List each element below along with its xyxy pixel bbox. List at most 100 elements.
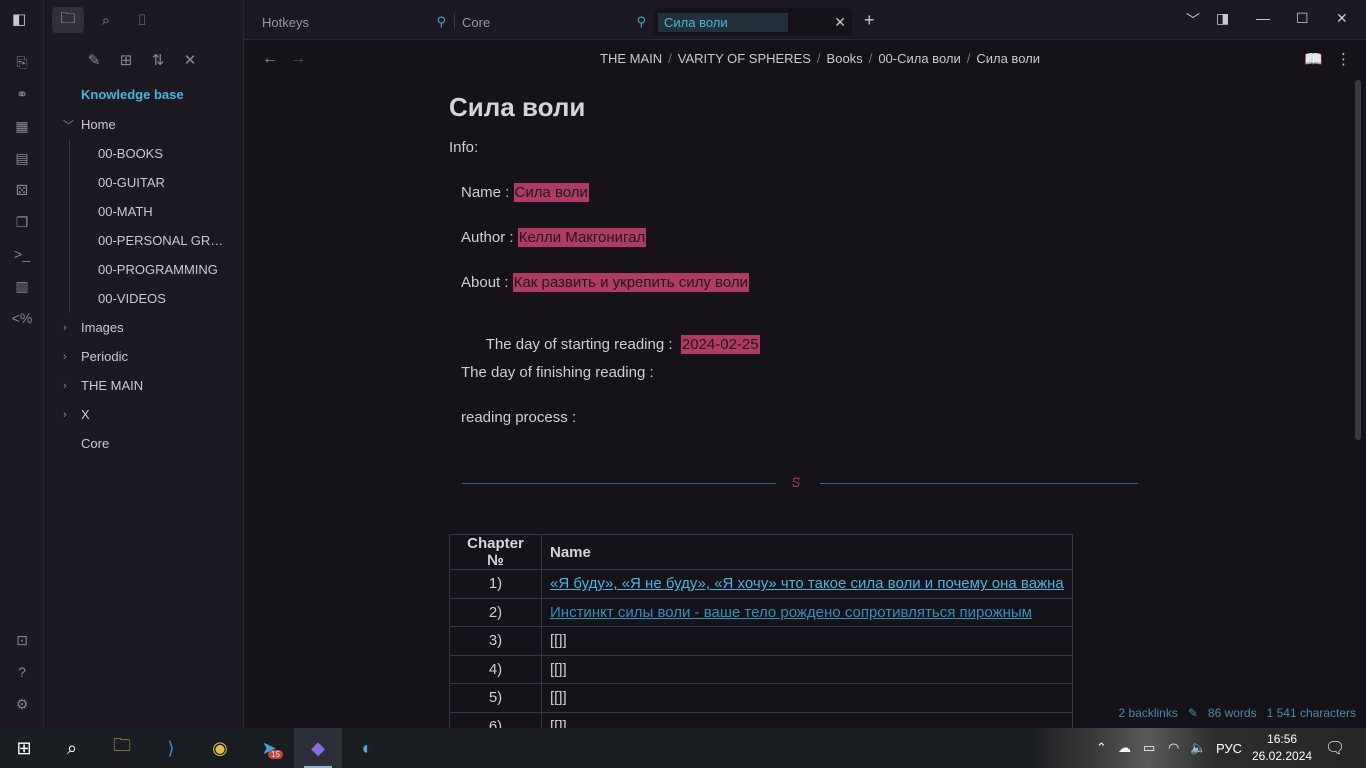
chapter-link[interactable]: Инстинкт силы воли - ваше тело рождено с… [550,604,1032,621]
table-header-cell: Name [541,534,1073,570]
reading-view-book-icon[interactable]: 📖 [1304,50,1323,68]
tree-folder-videos[interactable]: 00-VIDEOS [44,284,244,313]
file-explorer-icon[interactable]: 🗀 [98,728,146,768]
minimize-icon[interactable]: — [1256,10,1270,26]
table-cell-num: 4) [449,654,542,684]
battery-icon[interactable]: ▭ [1143,728,1155,768]
scrollbar[interactable] [1355,80,1361,440]
tab-hotkeys[interactable]: Hotkeys ⚲ [252,8,452,36]
windows-taskbar: ⊞ ⌕ 🗀 ⟩ ◉ ➤ 15 ◆ ◐ ⌃ ☁ ▭ ◠ 🔈 РУС 16:56 2… [0,728,1366,768]
chapter-link[interactable]: «Я буду», «Я не буду», «Я хочу» что тако… [550,575,1064,592]
forward-arrow-icon[interactable]: → [290,50,306,68]
tree-folder-programming[interactable]: 00-PROGRAMMING [44,255,244,284]
property-author: Author : Келли Макгонигал [461,228,647,247]
edge-icon[interactable]: ◐ [343,728,391,768]
tree-folder-home[interactable]: ﹀ Home [44,110,244,139]
terminal-icon[interactable]: >_ [12,244,32,264]
chapters-table: Chapter № Name 1) «Я буду», «Я не буду»,… [449,534,1073,728]
sort-icon[interactable]: ⇅ [146,48,170,72]
tree-file-core[interactable]: Core [44,429,244,458]
tab-sila-voli[interactable]: Сила воли ✕ [654,8,852,36]
open-quick-switcher-icon[interactable]: ⎘ [12,52,32,72]
breadcrumb-item[interactable]: THE MAIN [600,51,662,66]
tree-folder-x[interactable]: › X [44,400,244,429]
pin-icon[interactable]: ⚲ [636,14,646,30]
sidebar-toggle-icon[interactable]: ◧ [12,10,26,28]
obsidian-icon[interactable]: ◆ [294,728,342,768]
ribbon: ⎘ ⚭ ▦ ▤ ⚄ ❐ >_ ▥ <% ⊡ ? ⚙ [0,0,44,728]
telegram-unread-badge: 15 [268,750,283,759]
table-cell-name[interactable]: [[]] [541,683,1073,713]
new-folder-icon[interactable]: ⊞ [114,48,138,72]
clock[interactable]: 16:56 26.02.2024 [1252,731,1312,765]
back-arrow-icon[interactable]: ← [262,50,278,68]
tree-folder-images[interactable]: › Images [44,313,244,342]
chevron-right-icon: › [63,350,67,363]
chrome-icon[interactable]: ◉ [196,728,244,768]
wifi-icon[interactable]: ◠ [1168,728,1179,768]
settings-gear-icon[interactable]: ⚙ [12,694,32,714]
onedrive-icon[interactable]: ☁ [1118,728,1131,768]
volume-icon[interactable]: 🔈 [1190,728,1206,768]
vault-switch-icon[interactable]: ⊡ [12,630,32,650]
table-icon[interactable]: ▥ [12,276,32,296]
collapse-all-icon[interactable]: ✕ [178,48,202,72]
graph-view-icon[interactable]: ⚭ [12,84,32,104]
help-icon[interactable]: ? [12,662,32,682]
right-sidebar-toggle-icon[interactable]: ◨ [1216,10,1229,27]
folder-icon[interactable]: 🗀 [52,7,84,33]
close-icon[interactable]: ✕ [834,14,846,31]
tree-folder-guitar[interactable]: 00-GUITAR [44,168,244,197]
breadcrumb-item[interactable]: Сила воли [976,51,1040,66]
table-cell-num: 5) [449,683,542,713]
note-title[interactable]: Сила воли [449,92,585,123]
bookmark-icon[interactable]: ⌷ [126,7,158,33]
breadcrumb-item[interactable]: Books [827,51,863,66]
table-cell-name[interactable]: [[]] [541,711,1073,728]
windows-start-icon[interactable]: ⊞ [0,728,48,768]
tree-folder-math[interactable]: 00-MATH [44,197,244,226]
backlinks-count[interactable]: 2 backlinks [1118,706,1177,720]
search-icon[interactable]: ⌕ [48,728,96,768]
tab-core[interactable]: Core ⚲ [452,8,652,36]
show-hidden-icons-icon[interactable]: ⌃ [1096,728,1107,768]
telegram-icon[interactable]: ➤ [245,728,293,768]
property-finish-date: The day of finishing reading : [461,364,654,381]
calendar-icon[interactable]: ▤ [12,148,32,168]
vscode-icon[interactable]: ⟩ [147,728,195,768]
language-indicator[interactable]: РУС [1216,728,1242,768]
new-note-icon[interactable]: ✎ [82,48,106,72]
tree-item-label: 00-PERSONAL GRO... [98,233,224,248]
templater-icon[interactable]: <% [12,308,33,328]
tree-item-label: Home [81,117,116,132]
table-header-cell: Chapter № [449,534,542,570]
vault-name[interactable]: Knowledge base [81,87,184,102]
breadcrumb: THE MAIN / VARITY OF SPHERES / Books / 00-С… [600,51,1040,66]
clock-time: 16:56 [1267,732,1298,746]
canvas-icon[interactable]: ▦ [12,116,32,136]
notifications-icon[interactable]: 🗨 [1325,728,1345,768]
table-cell-name[interactable]: [[]] [541,654,1073,684]
tree-folder-personal-growth[interactable]: 00-PERSONAL GRO... [44,226,244,255]
tree-folder-the-main[interactable]: › THE MAIN [44,371,244,400]
breadcrumb-item[interactable]: 00-Сила воли [878,51,960,66]
copy-icon[interactable]: ❐ [12,212,32,232]
new-tab-plus-icon[interactable]: + [864,10,875,31]
tree-folder-periodic[interactable]: › Periodic [44,342,244,371]
table-cell-name[interactable]: [[]] [541,626,1073,656]
breadcrumb-item[interactable]: VARITY OF SPHERES [678,51,811,66]
edit-pencil-icon[interactable]: ✎ [1188,706,1198,720]
property-reading-process: reading process : [461,409,576,426]
window-close-icon[interactable]: ✕ [1336,10,1348,27]
maximize-icon[interactable]: ☐ [1296,10,1309,27]
search-icon[interactable]: ⌕ [90,7,122,33]
pin-icon[interactable]: ⚲ [436,14,446,30]
random-note-icon[interactable]: ⚄ [12,180,32,200]
table-row: 5) [[]] [449,683,1073,713]
more-options-icon[interactable]: ⋮ [1336,50,1351,68]
note-content: Сила воли Info: Name : Сила воли Author … [244,78,1354,728]
tree-folder-books[interactable]: 00-BOOKS [44,139,244,168]
file-explorer-sidebar: 🗀 ⌕ ⌷ ✎ ⊞ ⇅ ✕ Knowledge base ﹀ Home 00-B… [44,0,244,728]
tab-list-chevron-icon[interactable]: ﹀ [1186,10,1200,30]
property-about: About : Как развить и укрепить силу воли [461,273,749,292]
